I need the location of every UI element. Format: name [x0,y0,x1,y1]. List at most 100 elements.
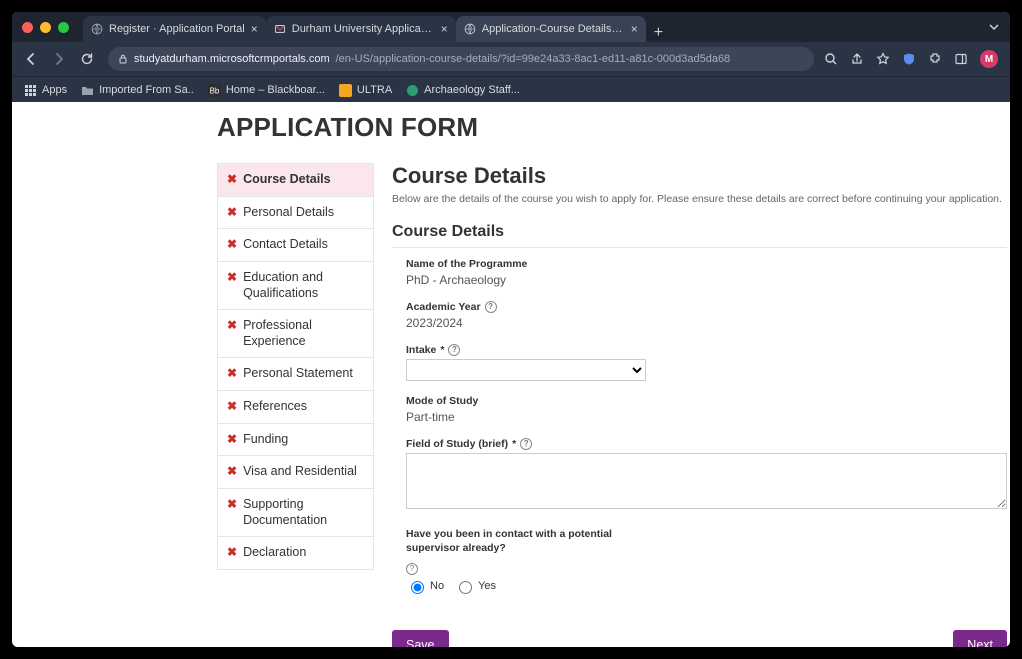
sidebar-item-personal-statement[interactable]: ✖ Personal Statement [218,358,373,391]
extensions-icon[interactable] [928,52,942,66]
help-icon[interactable]: ? [520,438,532,450]
new-tab-button[interactable]: + [646,24,671,42]
minimize-window-icon[interactable] [40,22,51,33]
forward-button[interactable] [52,52,70,66]
close-icon[interactable]: × [251,23,258,35]
globe-icon [464,23,476,35]
sidebar-item-supporting-docs[interactable]: ✖ Supporting Documentation [218,489,373,537]
bookmark-label: Imported From Sa.. [99,84,194,96]
programme-value: PhD - Archaeology [406,273,1007,287]
field-field-of-study: Field of Study (brief) * ? [406,438,1007,514]
intake-select[interactable] [406,359,646,381]
sidebar-item-references[interactable]: ✖ References [218,391,373,424]
maximize-window-icon[interactable] [58,22,69,33]
field-programme: Name of the Programme PhD - Archaeology [406,258,1007,287]
globe-icon [91,23,103,35]
radio-yes-label: Yes [478,580,496,592]
sidebar-item-label: Funding [243,432,288,448]
incomplete-icon: ✖ [227,172,237,188]
sidebar-item-visa[interactable]: ✖ Visa and Residential [218,456,373,489]
year-value: 2023/2024 [406,316,1007,330]
panel-icon[interactable] [954,52,968,66]
mode-value: Part-time [406,410,1007,424]
section-subtext: Below are the details of the course you … [392,193,1007,205]
close-window-icon[interactable] [22,22,33,33]
sidebar-item-contact-details[interactable]: ✖ Contact Details [218,229,373,262]
sidebar-item-label: Visa and Residential [243,464,357,480]
incomplete-icon: ✖ [227,205,237,221]
incomplete-icon: ✖ [227,399,237,415]
tab-label: Application-Course Details · A [482,23,625,35]
tab-gmail[interactable]: Durham University Applicant P × [266,16,456,42]
bookmark-archaeology[interactable]: Archaeology Staff... [406,84,520,97]
bookmarks-bar: Apps Imported From Sa.. Bb Home – Blackb… [12,76,1010,103]
programme-label: Name of the Programme [406,258,1007,270]
browser-toolbar: studyatdurham.microsoftcrmportals.com/en… [12,42,1010,76]
tab-register[interactable]: Register · Application Portal × [83,16,266,42]
incomplete-icon: ✖ [227,366,237,382]
subsection-heading: Course Details [392,223,1007,241]
address-bar[interactable]: studyatdurham.microsoftcrmportals.com/en… [108,47,814,71]
profile-avatar[interactable]: M [980,50,998,68]
toolbar-right: M [824,50,998,68]
mail-icon [274,23,286,35]
sidebar-item-label: Education and Qualifications [243,270,364,301]
bookmark-apps[interactable]: Apps [24,84,67,97]
bookmark-imported[interactable]: Imported From Sa.. [81,84,194,97]
sidebar-item-personal-details[interactable]: ✖ Personal Details [218,197,373,230]
tab-label: Register · Application Portal [109,23,245,35]
help-icon[interactable]: ? [485,301,497,313]
star-icon[interactable] [876,52,890,66]
close-icon[interactable]: × [441,23,448,35]
back-button[interactable] [24,52,42,66]
sidebar-item-education[interactable]: ✖ Education and Qualifications [218,262,373,310]
shield-icon[interactable] [902,52,916,66]
sidebar-item-label: Declaration [243,545,306,561]
radio-no-input[interactable] [411,581,424,594]
field-intake: Intake * ? [406,344,1007,381]
bookmark-label: Home – Blackboar... [226,84,325,96]
tab-label: Durham University Applicant P [292,23,435,35]
bookmark-ultra[interactable]: ULTRA [339,84,392,97]
tab-list-button[interactable] [988,21,1000,33]
reload-button[interactable] [80,52,98,66]
section-nav: ✖ Course Details ✖ Personal Details ✖ Co… [217,163,374,570]
apps-icon [24,84,37,97]
incomplete-icon: ✖ [227,237,237,253]
radio-yes-input[interactable] [459,581,472,594]
browser-tabs: Register · Application Portal × Durham U… [83,12,671,42]
page-viewport: APPLICATION FORM ✖ Course Details ✖ Pers… [12,102,1010,647]
sidebar-item-professional[interactable]: ✖ Professional Experience [218,310,373,358]
help-icon[interactable]: ? [406,563,418,575]
page-title: APPLICATION FORM [217,112,1007,143]
field-academic-year: Academic Year ? 2023/2024 [406,301,1007,330]
field-of-study-textarea[interactable] [406,453,1007,509]
sidebar-item-course-details[interactable]: ✖ Course Details [218,164,373,197]
svg-text:Bb: Bb [209,86,219,95]
required-mark: * [440,344,444,356]
sidebar-item-label: Supporting Documentation [243,497,364,528]
sidebar-item-declaration[interactable]: ✖ Declaration [218,537,373,570]
sidebar-item-label: Course Details [243,172,331,188]
radio-yes[interactable]: Yes [454,578,496,594]
sidebar-item-funding[interactable]: ✖ Funding [218,424,373,457]
close-icon[interactable]: × [631,23,638,35]
bookmark-label: ULTRA [357,84,392,96]
save-button[interactable]: Save [392,630,449,647]
tab-application[interactable]: Application-Course Details · A × [456,16,646,42]
field-supervisor-contact: Have you been in contact with a potentia… [406,528,1007,594]
help-icon[interactable]: ? [448,344,460,356]
incomplete-icon: ✖ [227,432,237,448]
incomplete-icon: ✖ [227,497,237,513]
blackboard-icon: Bb [208,84,221,97]
share-icon[interactable] [850,52,864,66]
sidebar-item-label: Personal Statement [243,366,353,382]
next-button[interactable]: Next [953,630,1007,647]
sidebar-item-label: Professional Experience [243,318,364,349]
bookmark-blackboard[interactable]: Bb Home – Blackboar... [208,84,325,97]
radio-no[interactable]: No [406,578,444,594]
year-label: Academic Year [406,301,481,313]
supervisor-question: Have you been in contact with a potentia… [406,528,626,555]
ultra-icon [339,84,352,97]
search-icon[interactable] [824,52,838,66]
